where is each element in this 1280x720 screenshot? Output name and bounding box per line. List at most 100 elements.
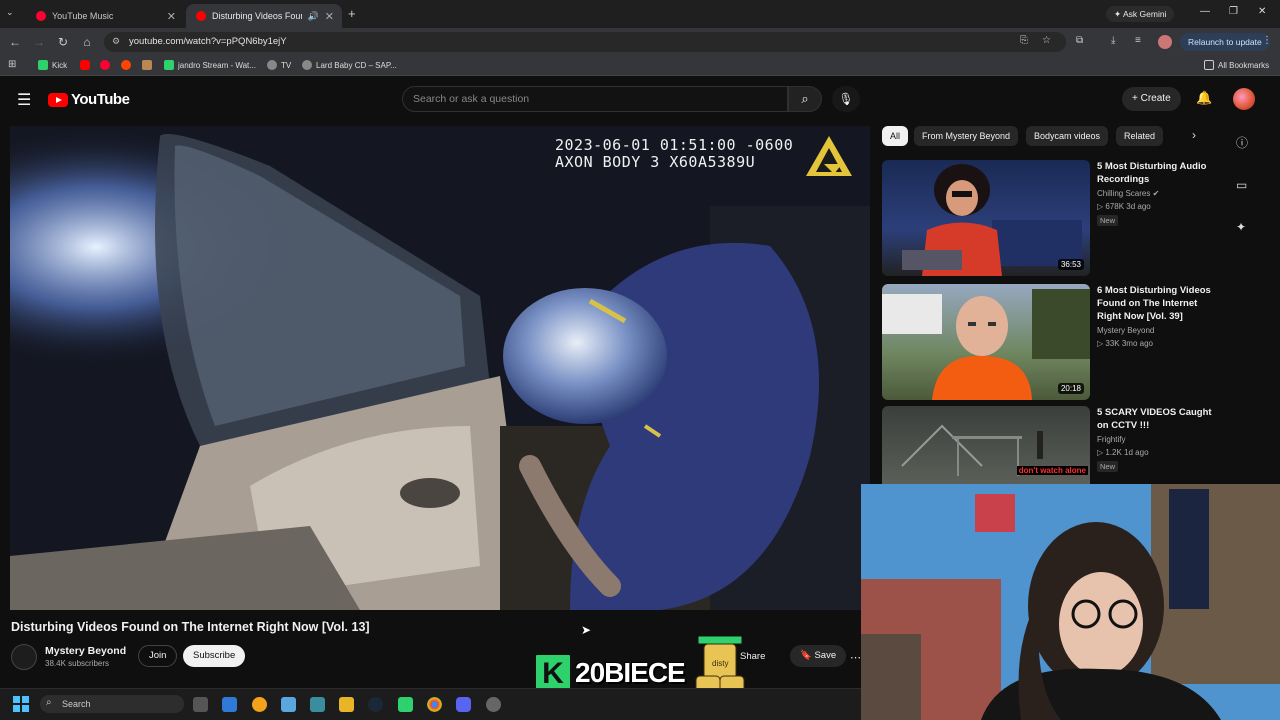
recommendation-thumbnail[interactable]: don't watch alone — [882, 406, 1090, 484]
youtube-logo[interactable]: YouTube — [48, 91, 130, 108]
edge-canary-icon[interactable] — [252, 697, 267, 712]
more-actions-icon[interactable]: ⋯ — [850, 651, 861, 664]
chip-related[interactable]: Related — [1116, 126, 1164, 146]
close-icon[interactable]: ✕ — [167, 10, 176, 23]
recommendation-title[interactable]: 6 Most Disturbing Videos Found on The In… — [1097, 284, 1222, 323]
discord-icon[interactable] — [456, 697, 471, 712]
minimize-icon[interactable]: — — [1200, 6, 1210, 17]
info-icon[interactable]: ⓘ — [1236, 134, 1248, 151]
bookmark-game[interactable] — [142, 60, 152, 70]
download-icon[interactable]: ⤓ — [1111, 35, 1115, 46]
new-tab-icon[interactable]: + — [348, 6, 356, 21]
speaker-icon[interactable]: 🔊 — [308, 11, 319, 22]
channel-name[interactable]: Mystery Beyond — [45, 645, 126, 657]
channel-label: Chilling Scares — [1097, 189, 1151, 198]
search-button[interactable]: ⌕ — [788, 86, 822, 112]
taskbar-search[interactable]: Search — [40, 695, 184, 713]
voice-search-button[interactable]: 🎙 — [832, 86, 860, 112]
back-icon[interactable]: ← — [7, 34, 23, 50]
video-player[interactable] — [10, 126, 870, 610]
video-frame — [10, 126, 870, 610]
calculator-icon[interactable] — [310, 697, 325, 712]
join-button[interactable]: Join — [138, 645, 178, 667]
extensions-icon[interactable]: ⧉ — [1076, 35, 1083, 46]
recommendation-channel[interactable]: Mystery Beyond — [1097, 326, 1154, 335]
webcam-image — [861, 484, 1280, 720]
chip-bodycam[interactable]: Bodycam videos — [1026, 126, 1109, 146]
recommendation-channel[interactable]: Chilling Scares ✔ — [1097, 189, 1159, 198]
youtube-play-icon — [48, 92, 68, 107]
sparkle-icon[interactable]: ✦ — [1236, 220, 1246, 234]
url-text[interactable]: youtube.com/watch?v=pPQN6by1ejY — [129, 36, 287, 47]
search-input[interactable]: Search or ask a question — [413, 93, 529, 105]
media-control-icon[interactable]: ≡ — [1135, 35, 1141, 46]
youtube-wordmark: YouTube — [71, 91, 130, 108]
chip-all[interactable]: All — [882, 126, 909, 146]
recommendation-stats: ▷ 33K 3mo ago — [1097, 339, 1153, 348]
chat-icon[interactable]: ▭ — [1236, 178, 1247, 192]
subscriber-count: 38.4K subscribers — [45, 659, 110, 668]
window-close-icon[interactable]: ✕ — [1258, 6, 1266, 17]
bookmark-lardbaby[interactable]: Lard Baby CD – SAP... — [302, 60, 397, 70]
channel-avatar[interactable] — [11, 644, 37, 670]
bookmark-label: All Bookmarks — [1218, 60, 1270, 70]
create-button[interactable]: + Create — [1122, 87, 1181, 111]
kebab-menu-icon[interactable]: ⋮ — [1262, 35, 1272, 46]
subscribe-button[interactable]: Subscribe — [183, 645, 246, 667]
bookmark-kick[interactable]: Kick — [38, 60, 67, 70]
recommendation-thumbnail[interactable]: 36:53 — [882, 160, 1090, 276]
ask-gemini-button[interactable]: ✦ Ask Gemini — [1106, 6, 1175, 22]
menu-icon[interactable]: ☰ — [17, 90, 31, 110]
file-explorer-icon[interactable] — [339, 697, 354, 712]
close-icon[interactable]: ✕ — [325, 10, 334, 23]
account-avatar[interactable] — [1233, 88, 1255, 110]
save-label: Save — [814, 650, 837, 661]
restore-icon[interactable]: ❐ — [1229, 6, 1238, 17]
tab-search-icon[interactable]: ⌄ — [6, 7, 14, 18]
globe-icon — [267, 60, 277, 70]
bookmark-jandro[interactable]: jandro Stream - Wat... — [164, 60, 256, 70]
relaunch-button[interactable]: Relaunch to update — [1180, 33, 1270, 51]
bookmark-reddit[interactable] — [121, 60, 131, 70]
chrome-icon[interactable] — [427, 697, 442, 712]
tab-youtube-music[interactable]: YouTube Music ✕ — [26, 4, 184, 28]
profile-avatar[interactable] — [1158, 35, 1172, 49]
steam-icon[interactable] — [368, 697, 383, 712]
recommendation-title[interactable]: 5 SCARY VIDEOS Caught on CCTV !!! — [1097, 406, 1222, 432]
mail-icon[interactable] — [281, 697, 296, 712]
bodycam-timestamp: 2023-06-01 01:51:00 -0600 — [555, 136, 794, 154]
windows-icon[interactable] — [13, 696, 29, 712]
bookmark-star-icon[interactable]: ☆ — [1042, 35, 1051, 46]
apps-icon[interactable]: ⊞ — [8, 59, 16, 70]
recommendation-title[interactable]: 5 Most Disturbing Audio Recordings — [1097, 160, 1222, 186]
recommendation-channel[interactable]: Frightify — [1097, 435, 1125, 444]
chevron-right-icon[interactable]: › — [1192, 128, 1196, 142]
tab-label: YouTube Music — [52, 11, 114, 21]
game-icon — [142, 60, 152, 70]
recommendation-stats: ▷ 678K 3d ago — [1097, 202, 1151, 211]
obs-icon[interactable] — [486, 697, 501, 712]
bookmark-ytmusic[interactable] — [100, 60, 110, 70]
chip-from-channel[interactable]: From Mystery Beyond — [914, 126, 1019, 146]
bell-icon[interactable]: 🔔 — [1196, 90, 1212, 106]
all-bookmarks[interactable]: All Bookmarks — [1204, 60, 1269, 70]
new-badge: New — [1097, 215, 1119, 226]
verified-icon: ✔ — [1152, 189, 1160, 198]
kick-icon — [164, 60, 174, 70]
tab-current-video[interactable]: Disturbing Videos Found o 🔊 ✕ — [186, 4, 342, 28]
duration: 36:53 — [1057, 259, 1084, 270]
home-icon[interactable]: ⌂ — [79, 34, 95, 50]
save-button[interactable]: 🔖 Save — [790, 645, 847, 667]
site-info-icon[interactable]: ⚙ — [112, 36, 120, 47]
bookmark-youtube[interactable] — [80, 60, 90, 70]
kick-app-icon[interactable] — [398, 697, 413, 712]
bookmark-tv[interactable]: TV — [267, 60, 291, 70]
widgets-icon[interactable] — [222, 697, 237, 712]
install-app-icon[interactable]: ⎘ — [1020, 35, 1028, 46]
reload-icon[interactable]: ↻ — [55, 34, 71, 50]
recommendation-thumbnail[interactable]: 20:18 — [882, 284, 1090, 400]
forward-icon[interactable]: → — [31, 34, 47, 50]
task-view-icon[interactable] — [193, 697, 208, 712]
search-icon: ⌕ — [801, 91, 809, 106]
youtube-icon — [196, 11, 206, 21]
